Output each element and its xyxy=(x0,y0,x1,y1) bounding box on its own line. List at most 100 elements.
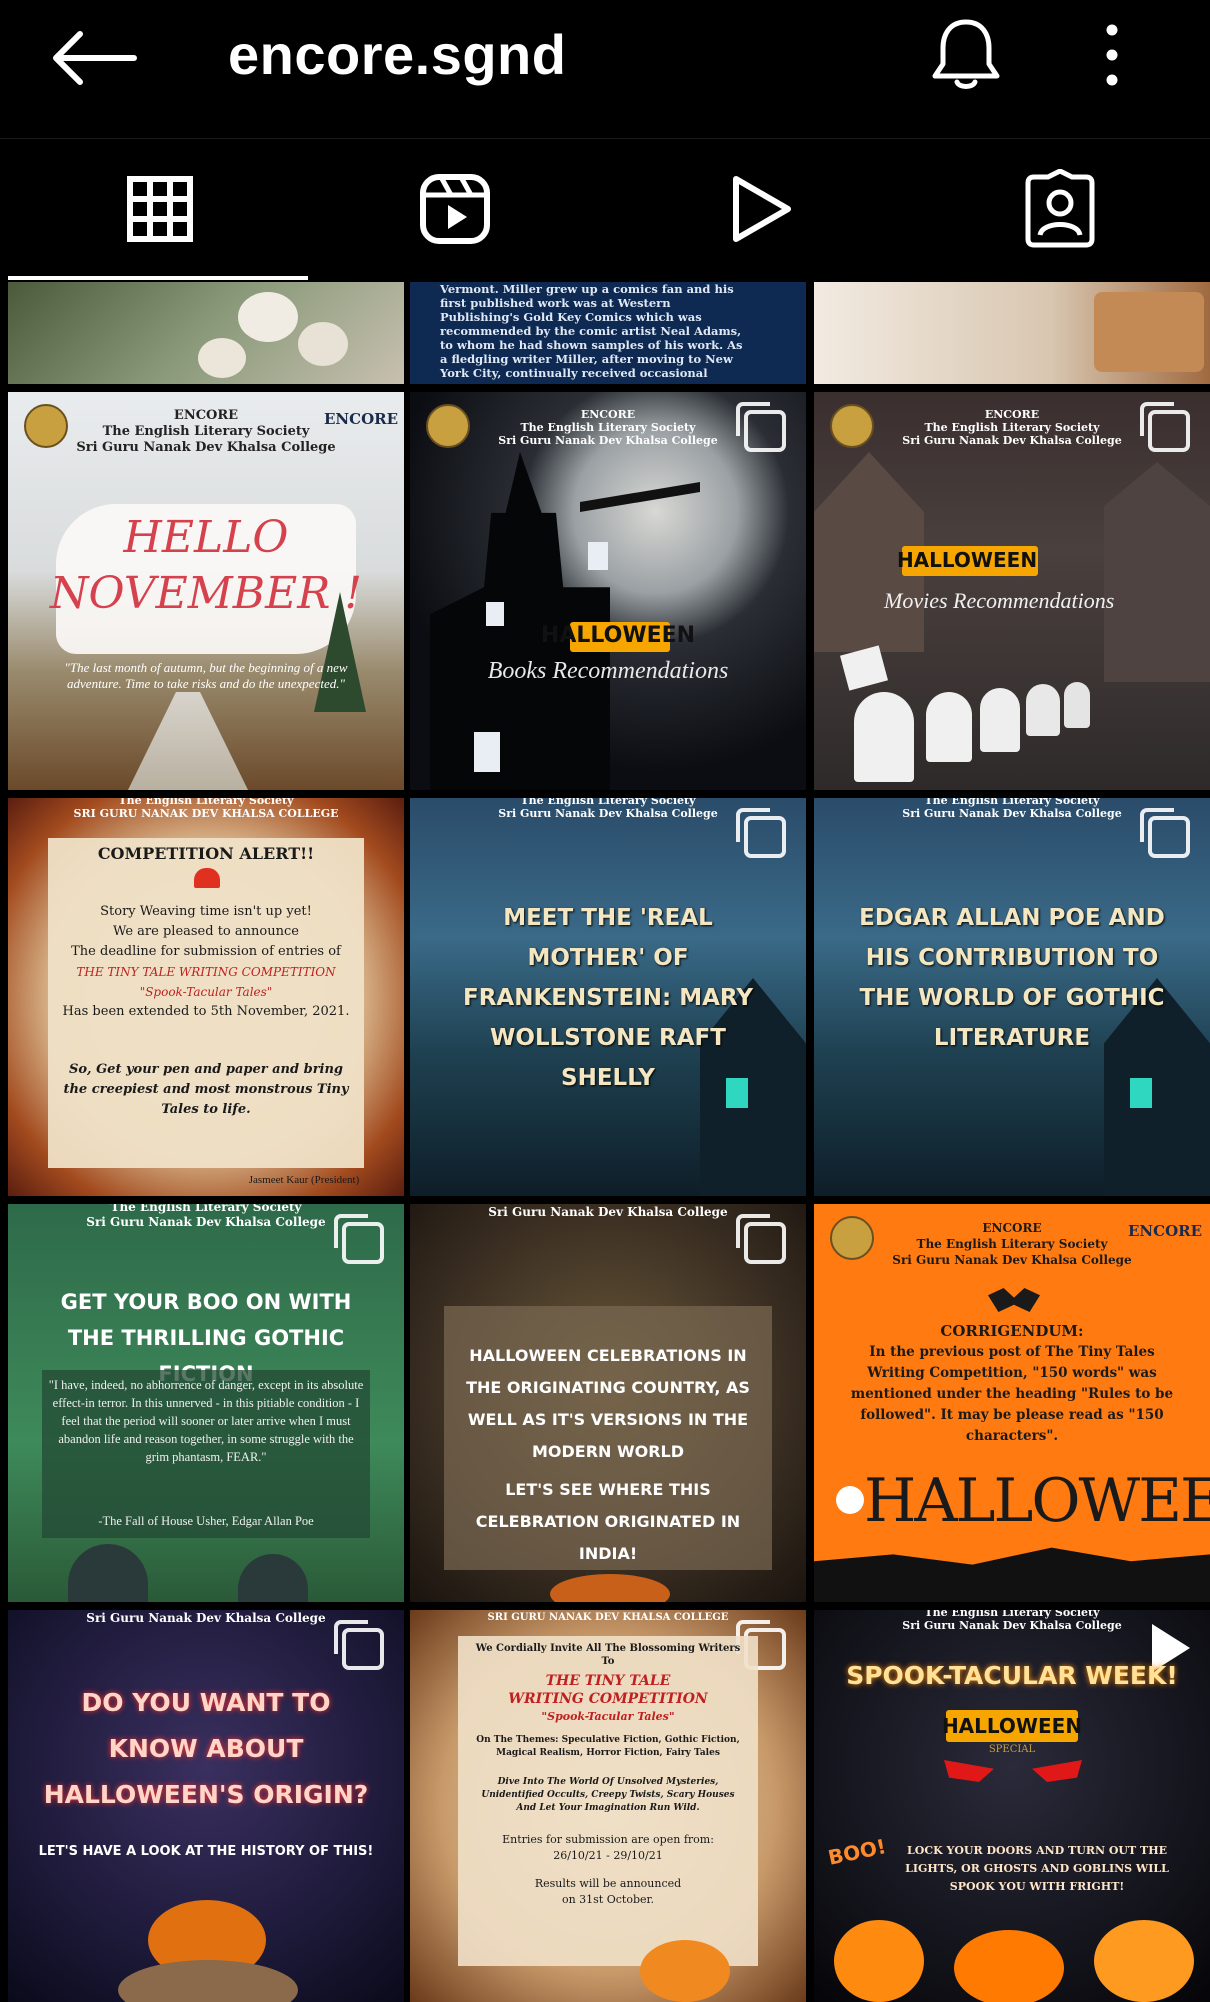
carousel-icon xyxy=(1140,808,1190,858)
post-quote: "I have, indeed, no abhorrence of danger… xyxy=(48,1378,364,1464)
post-dive: Dive Into The World Of Unsolved Mysterie… xyxy=(481,1777,735,1813)
carousel-icon xyxy=(736,1214,786,1264)
post-society: The English Literary Society xyxy=(520,798,696,807)
post-invite: We Cordially Invite All The Blossoming W… xyxy=(475,1643,741,1667)
post-theme: "Spook-Tacular Tales" xyxy=(139,985,273,999)
post-tile[interactable]: ENCORE ENCORE The English Literary Socie… xyxy=(8,392,404,790)
post-text-line: a fledgling writer Miller, after moving … xyxy=(440,352,733,366)
bat-icon xyxy=(988,1288,1040,1312)
post-title: SPOOK-TACULAR WEEK! xyxy=(846,1661,1178,1690)
profile-username: encore.sgnd xyxy=(228,23,567,86)
post-results: Results will be announced xyxy=(534,1877,682,1890)
post-title: EDGAR ALLAN POE AND HIS CONTRIBUTION TO … xyxy=(859,905,1165,1051)
post-dates: 26/10/21 - 29/10/21 xyxy=(553,1849,663,1862)
post-society: The English Literary Society xyxy=(924,1610,1100,1619)
post-college: Sri Guru Nanak Dev Khalsa College xyxy=(892,1253,1132,1267)
post-text-line: recommended by the comic artist Neal Ada… xyxy=(440,324,742,338)
post-text-line: Has been extended to 5th November, 2021. xyxy=(62,1004,350,1019)
tagged-person-icon[interactable] xyxy=(1020,169,1100,249)
pumpkin-icon xyxy=(1094,1920,1194,2002)
skeleton-icon xyxy=(836,1486,864,1514)
post-society: The English Literary Society xyxy=(916,1237,1108,1251)
carousel-icon xyxy=(736,402,786,452)
posts-grid: Vermont. Miller grew up a comics fan and… xyxy=(8,282,1210,2002)
post-heading: COMPETITION ALERT!! xyxy=(97,844,315,863)
siren-icon xyxy=(194,868,220,888)
play-icon[interactable] xyxy=(720,169,800,249)
post-tile[interactable]: The English Literary Society Sri Guru Na… xyxy=(814,798,1210,1196)
post-results-date: on 31st October. xyxy=(561,1893,655,1906)
post-body: LOCK YOUR DOORS AND TURN OUT THE LIGHTS,… xyxy=(905,1844,1169,1893)
post-tile[interactable]: Sri Guru Nanak Dev Khalsa College HALLOW… xyxy=(410,1204,806,1602)
post-tile[interactable]: The English Literary Society Sri Guru Na… xyxy=(8,1204,404,1602)
arrow-left-icon[interactable] xyxy=(50,30,138,86)
post-text-line: York City, continually received occasion… xyxy=(440,366,708,380)
post-competition-name: WRITING COMPETITION xyxy=(508,1691,708,1707)
active-tab-indicator xyxy=(8,276,308,280)
post-title-line: HELLO xyxy=(123,512,289,563)
post-subtitle: Movies Recommendations xyxy=(884,588,1115,613)
pumpkin-icon xyxy=(640,1940,730,2002)
post-boo: BOO! xyxy=(825,1834,889,1870)
post-title: DO YOU WANT TO KNOW ABOUT HALLOWEEN'S OR… xyxy=(43,1688,369,1809)
post-title: MEET THE 'REAL MOTHER' OF FRANKENSTEIN: … xyxy=(462,905,754,1091)
post-subtitle: LET'S HAVE A LOOK AT THE HISTORY OF THIS… xyxy=(38,1844,374,1859)
post-closing: So, Get your pen and paper and bring the… xyxy=(63,1062,349,1117)
post-competition-name: THE TINY TALE xyxy=(545,1673,671,1689)
top-bar: encore.sgnd xyxy=(0,0,1210,138)
post-tile[interactable]: The English Literary Society Sri Guru Na… xyxy=(814,1610,1210,2002)
post-text-line: to whom he had shown samples of his work… xyxy=(440,338,743,352)
post-themes: On The Themes: Speculative Fiction, Goth… xyxy=(476,1735,740,1758)
post-college: Sri Guru Nanak Dev Khalsa College xyxy=(902,1619,1122,1632)
post-banner: HALLOWEEN xyxy=(540,623,696,648)
post-tile[interactable]: Sri Guru Nanak Dev Khalsa College DO YOU… xyxy=(8,1610,404,2002)
post-society: The English Literary Society xyxy=(118,798,294,807)
more-vertical-icon[interactable] xyxy=(1100,22,1124,88)
post-body: In the previous post of The Tiny Tales W… xyxy=(850,1344,1174,1444)
post-college: SRI GURU NANAK DEV KHALSA COLLEGE xyxy=(73,807,339,820)
bell-icon[interactable] xyxy=(930,16,1002,92)
profile-screen: encore.sgnd Vermont. Miller grew up a co… xyxy=(0,0,1210,2002)
post-attribution: -The Fall of House Usher, Edgar Allan Po… xyxy=(98,1514,314,1528)
post-tile[interactable]: ENCORE The English Literary Society Sri … xyxy=(814,392,1210,790)
post-sub-banner: SPECIAL xyxy=(988,1744,1036,1755)
eye-icon xyxy=(1032,1760,1082,1782)
post-tile[interactable] xyxy=(8,282,404,384)
carousel-icon xyxy=(1140,402,1190,452)
post-college: Sri Guru Nanak Dev Khalsa College xyxy=(76,440,336,455)
carousel-icon xyxy=(334,1214,384,1264)
post-text-line: Story Weaving time isn't up yet! xyxy=(100,904,312,919)
post-signature: Jasmeet Kaur (President) xyxy=(248,1174,360,1186)
post-heading: CORRIGENDUM: xyxy=(940,1322,1084,1340)
post-quote: "The last month of autumn, but the begin… xyxy=(64,660,348,691)
pumpkin-icon xyxy=(834,1920,924,2002)
post-banner: HALLOWEEN xyxy=(941,1714,1083,1738)
pumpkin-icon xyxy=(954,1930,1064,2002)
carousel-icon xyxy=(736,808,786,858)
post-society: The English Literary Society xyxy=(102,424,310,439)
grid-icon[interactable] xyxy=(120,169,200,249)
post-text-line: The deadline for submission of entries o… xyxy=(71,944,341,959)
post-title: HALLOWEEN CELEBRATIONS IN THE ORIGINATIN… xyxy=(466,1346,750,1461)
post-tile[interactable]: Vermont. Miller grew up a comics fan and… xyxy=(410,282,806,384)
post-tile[interactable]: ENCORE ENCORE The English Literary Socie… xyxy=(814,1204,1210,1602)
post-tile[interactable]: SRI GURU NANAK DEV KHALSA COLLEGE We Cor… xyxy=(410,1610,806,2002)
post-entries: Entries for submission are open from: xyxy=(502,1833,714,1846)
post-tile[interactable]: The English Literary Society SRI GURU NA… xyxy=(8,798,404,1196)
post-text-line: Publishing's Gold Key Comics which was xyxy=(440,310,702,324)
post-footer-word: HALLOWEEN xyxy=(864,1466,1210,1536)
post-tile[interactable] xyxy=(814,282,1210,384)
post-tile[interactable]: The English Literary Society Sri Guru Na… xyxy=(410,798,806,1196)
post-text-line: first published work was at Western xyxy=(440,296,671,310)
post-society: The English Literary Society xyxy=(924,798,1100,807)
post-theme: "Spook-Tacular Tales" xyxy=(541,1710,675,1723)
post-org: ENCORE xyxy=(173,408,239,423)
post-subtitle: Books Recommendations xyxy=(487,658,729,684)
eye-icon xyxy=(944,1760,994,1782)
post-text-line: We are pleased to announce xyxy=(113,924,299,939)
reels-icon[interactable] xyxy=(415,169,495,249)
post-tile[interactable]: ENCORE The English Literary Society Sri … xyxy=(410,392,806,790)
profile-tabs xyxy=(0,138,1210,285)
post-text-line: Vermont. Miller grew up a comics fan and… xyxy=(440,282,734,296)
post-competition-name: THE TINY TALE WRITING COMPETITION xyxy=(76,965,336,979)
